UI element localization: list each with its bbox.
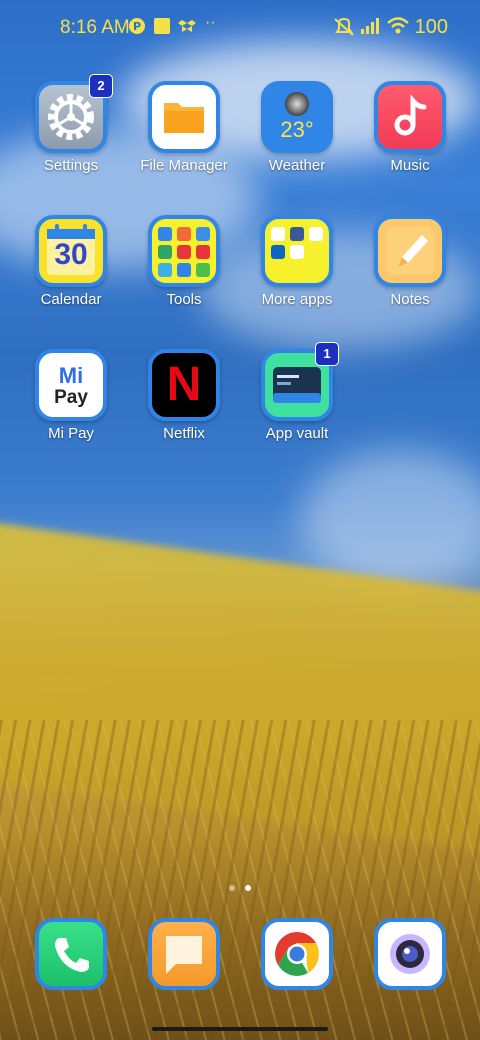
chrome-icon bbox=[261, 918, 333, 990]
page-indicator bbox=[0, 878, 480, 896]
app-calendar[interactable]: 30 Calendar bbox=[11, 215, 131, 308]
app-more-apps[interactable]: More apps bbox=[237, 215, 357, 308]
app-label: Weather bbox=[268, 157, 326, 174]
app-netflix[interactable]: N Netflix bbox=[124, 349, 244, 442]
camera-icon bbox=[374, 918, 446, 990]
mi-pay-logo-bottom: Pay bbox=[54, 387, 88, 408]
calendar-day: 30 bbox=[54, 238, 88, 271]
app-label: App vault bbox=[265, 425, 329, 442]
messages-icon bbox=[148, 918, 220, 990]
app-settings[interactable]: 2 Settings bbox=[11, 74, 131, 174]
notification-app-icon: P bbox=[128, 17, 146, 40]
phone-icon bbox=[35, 918, 107, 990]
dock-phone[interactable] bbox=[35, 918, 107, 990]
wifi-icon bbox=[387, 17, 409, 40]
app-notes[interactable]: Notes bbox=[350, 215, 470, 308]
dropbox-icon bbox=[178, 17, 196, 40]
app-label: Settings bbox=[43, 157, 99, 174]
app-label: Netflix bbox=[163, 425, 205, 442]
dock-camera[interactable] bbox=[374, 918, 446, 990]
page-dot-active bbox=[245, 885, 252, 891]
folder-icon bbox=[148, 81, 220, 153]
notification-badge: 2 bbox=[89, 74, 113, 98]
app-tools[interactable]: Tools bbox=[124, 215, 244, 308]
app-label: File Manager bbox=[140, 157, 228, 174]
app-label: Notes bbox=[390, 291, 430, 308]
battery-level: 100 bbox=[414, 16, 448, 38]
app-file-manager[interactable]: File Manager bbox=[124, 81, 244, 174]
tools-folder-icon bbox=[148, 215, 220, 287]
notification-square-icon bbox=[153, 17, 171, 40]
weather-temperature: 23° bbox=[280, 117, 314, 142]
music-note-icon bbox=[374, 81, 446, 153]
calendar-icon: 30 bbox=[35, 215, 107, 287]
app-music[interactable]: Music bbox=[350, 81, 470, 174]
notification-badge: 1 bbox=[315, 342, 339, 366]
app-mi-pay[interactable]: Mi Pay Mi Pay bbox=[11, 349, 131, 442]
app-app-vault[interactable]: 1 App vault bbox=[237, 342, 357, 442]
app-label: Tools bbox=[166, 291, 202, 308]
dock-messages[interactable] bbox=[148, 918, 220, 990]
clock: 8:16 AM bbox=[60, 17, 130, 38]
page-dot bbox=[228, 885, 235, 891]
netflix-logo: N bbox=[166, 358, 202, 411]
pencil-icon bbox=[374, 215, 446, 287]
more-notifications-icon: ·· bbox=[205, 14, 216, 31]
status-bar: 8:16 AM P ·· 100 bbox=[0, 0, 480, 56]
app-weather[interactable]: 23° Weather bbox=[237, 81, 357, 174]
app-label: Music bbox=[390, 157, 430, 174]
app-label: More apps bbox=[261, 291, 333, 308]
moon-icon: 23° bbox=[261, 81, 333, 153]
svg-text:P: P bbox=[133, 20, 141, 33]
mi-pay-logo-top: Mi bbox=[58, 363, 84, 388]
gesture-navigation-bar[interactable] bbox=[152, 1027, 328, 1031]
signal-icon bbox=[360, 17, 382, 40]
app-label: Calendar bbox=[40, 291, 102, 308]
apps-folder-icon bbox=[261, 215, 333, 287]
dock-chrome[interactable] bbox=[261, 918, 333, 990]
silent-mode-icon bbox=[333, 17, 355, 42]
netflix-icon: N bbox=[148, 349, 220, 421]
mi-pay-icon: Mi Pay bbox=[35, 349, 107, 421]
app-label: Mi Pay bbox=[48, 425, 94, 442]
